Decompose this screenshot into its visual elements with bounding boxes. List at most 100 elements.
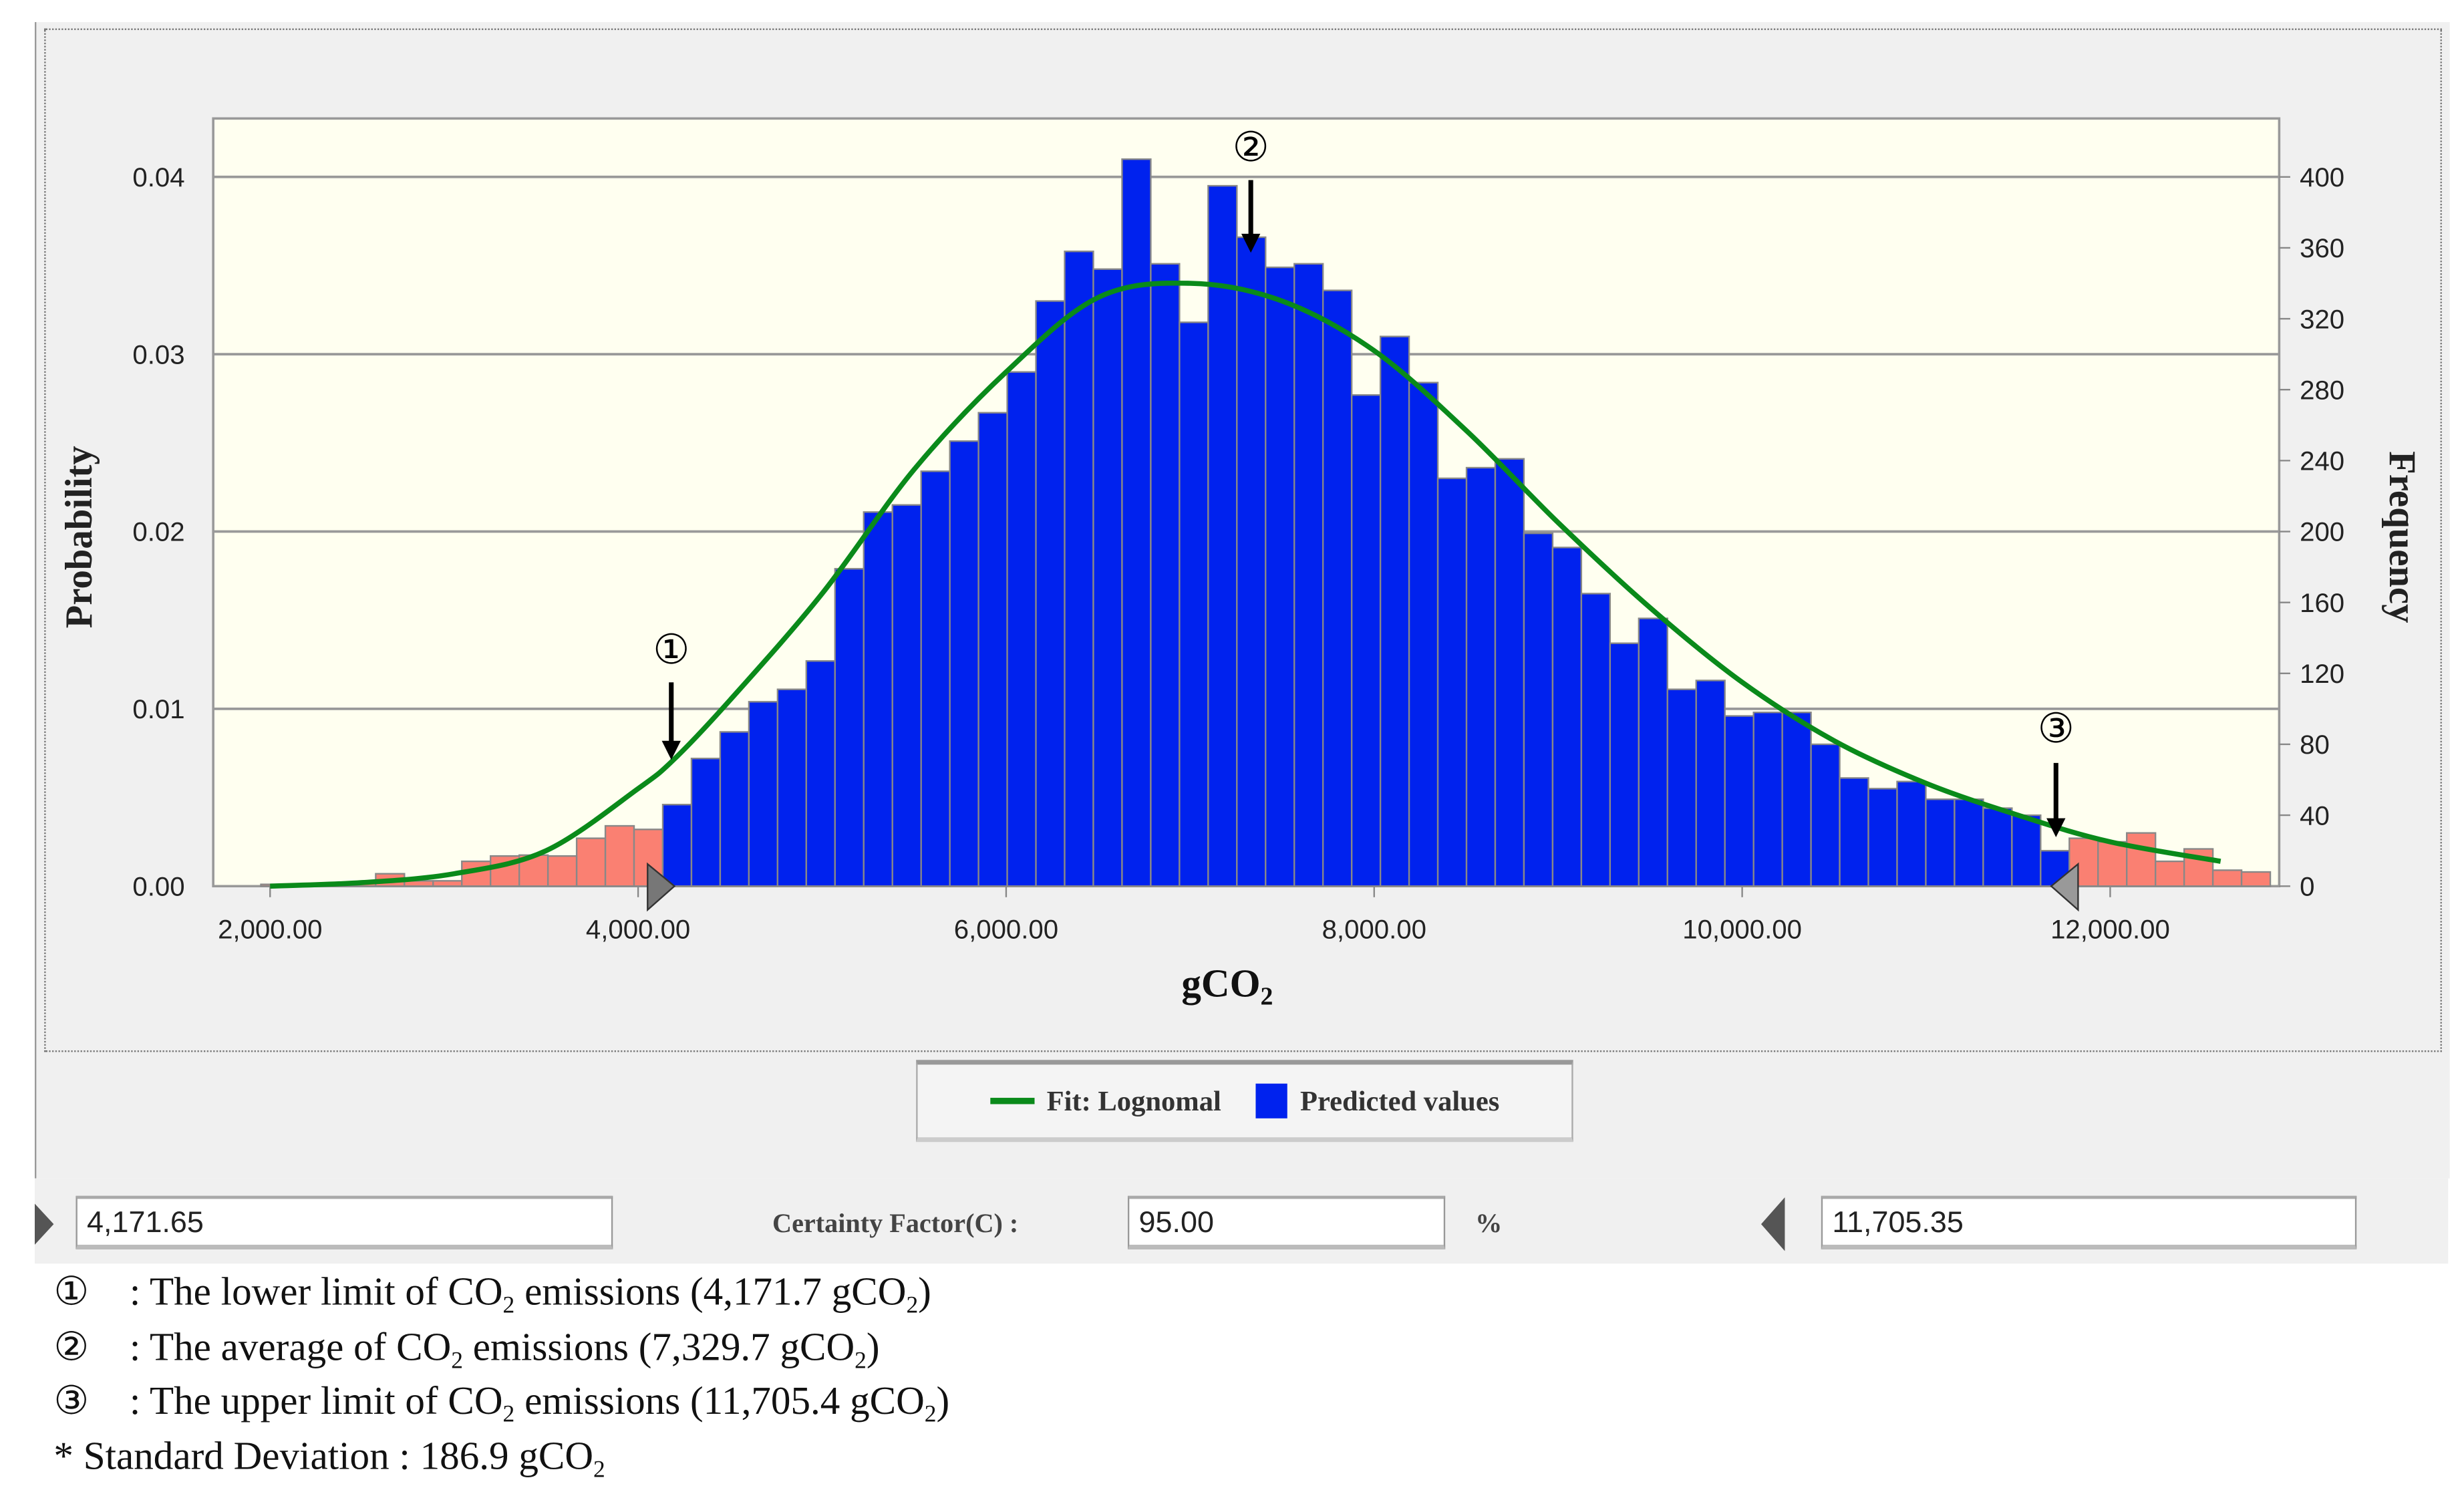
histogram-bar — [1436, 477, 1468, 887]
histogram-bar — [805, 660, 836, 887]
note-marker: ③ — [53, 1380, 90, 1424]
histogram-bar — [1035, 300, 1066, 887]
y-left-tick-label: 0.04 — [132, 162, 184, 192]
footnotes: ①: The lower limit of CO2 emissions (4,1… — [53, 1267, 949, 1485]
legend: Fit: Lognomal Predicted values — [916, 1060, 1573, 1143]
histogram-bar — [1350, 394, 1382, 887]
x-axis-title-subscript: 2 — [1261, 983, 1273, 1011]
upper-limit-grabber-icon[interactable] — [1760, 1197, 1785, 1251]
histogram-bar — [661, 804, 693, 887]
note-text: : The upper limit of CO — [129, 1380, 503, 1424]
legend-predicted-swatch — [1255, 1083, 1288, 1118]
histogram-bar — [2011, 814, 2042, 887]
histogram-bar — [2097, 841, 2128, 887]
histogram-bar — [1724, 715, 1754, 887]
y-left-tick-label: 0.00 — [132, 871, 184, 901]
histogram-bar — [1580, 593, 1611, 887]
histogram-bar — [1666, 688, 1697, 887]
histogram-bar — [547, 855, 578, 887]
subscript: 2 — [502, 1294, 515, 1320]
legend-fit-swatch — [989, 1098, 1034, 1104]
x-tick-label: 2,000.00 — [218, 914, 322, 944]
histogram-bar — [1925, 798, 1956, 887]
histogram-bar — [1752, 712, 1783, 887]
histogram-bar — [1551, 547, 1583, 887]
histogram-bar — [1236, 236, 1267, 887]
histogram-bar — [690, 758, 722, 887]
histogram-bar — [1609, 642, 1640, 887]
histogram-bar — [1064, 251, 1094, 887]
subscript: 2 — [502, 1402, 515, 1429]
histogram-bar — [1207, 184, 1238, 887]
histogram-bar — [1638, 617, 1668, 887]
histogram-bar — [575, 837, 607, 887]
histogram-bar — [1954, 798, 1984, 887]
histogram-bar — [1322, 289, 1353, 887]
histogram-bar — [1867, 788, 1898, 887]
y-right-tick-label: 320 — [2300, 304, 2344, 334]
note-text: * Standard Deviation : 186.9 gCO — [53, 1435, 594, 1478]
histogram-bar — [1494, 458, 1525, 887]
y-right-tick-label: 40 — [2300, 800, 2330, 831]
subscript: 2 — [593, 1457, 605, 1483]
y-right-tick-label: 120 — [2300, 659, 2344, 689]
note-text: : The average of CO — [129, 1326, 452, 1369]
histogram-bar — [748, 701, 779, 887]
x-axis-title: gCO2 — [1181, 961, 1273, 1011]
y-left-tick-label: 0.02 — [132, 517, 184, 547]
histogram-bar — [834, 568, 865, 887]
crystal-ball-forecast-window: 0.00 0.01 0.02 0.03 0.04 0 40 80 120 160 200 240 280… — [0, 0, 2464, 1496]
certainty-factor-label: Certainty Factor(C) : — [772, 1208, 1019, 1239]
y-right-tick-label: 240 — [2300, 446, 2344, 476]
histogram-bar — [1695, 680, 1726, 887]
note-text: ) — [866, 1326, 880, 1369]
note-text: emissions (4,171.7 gCO — [514, 1271, 907, 1314]
note-standard-deviation: * Standard Deviation : 186.9 gCO2 — [53, 1431, 949, 1485]
y-right-tick-label: 200 — [2300, 517, 2344, 547]
histogram-bar — [1121, 158, 1152, 887]
histogram-bar — [891, 504, 922, 887]
note-marker: ② — [53, 1326, 90, 1369]
legend-fit-label: Fit: Lognomal — [1046, 1084, 1221, 1116]
histogram-bar — [949, 440, 979, 887]
note-text: : The lower limit of CO — [129, 1271, 503, 1314]
annotation-marker: ② — [1233, 124, 1269, 171]
annotation-marker: ③ — [2038, 705, 2074, 752]
lower-limit-grabber-icon[interactable] — [35, 1203, 54, 1245]
y-right-tick-label: 360 — [2300, 233, 2344, 263]
histogram-bar — [1896, 780, 1927, 887]
note-text: ) — [918, 1271, 931, 1314]
x-tick-label: 8,000.00 — [1322, 914, 1426, 944]
histogram-bar — [1006, 371, 1037, 887]
note-text: ) — [936, 1380, 950, 1424]
histogram-bar — [1982, 807, 2013, 887]
histogram-chart: 0.00 0.01 0.02 0.03 0.04 0 40 80 120 160 200 240 280… — [58, 117, 2423, 1011]
percent-label: % — [1475, 1208, 1503, 1239]
x-tick-label: 6,000.00 — [954, 914, 1058, 944]
upper-limit-input[interactable]: 11,705.35 — [1821, 1195, 2357, 1250]
histogram-bar — [1379, 335, 1410, 887]
y-right-tick-label: 160 — [2300, 588, 2344, 618]
annotation-marker: ① — [653, 626, 689, 674]
subscript: 2 — [451, 1348, 464, 1374]
note-upper-limit: ③: The upper limit of CO2 emissions (11,… — [53, 1376, 949, 1431]
subscript: 2 — [906, 1294, 919, 1320]
note-text: emissions (11,705.4 gCO — [514, 1380, 925, 1424]
histogram-bar — [719, 731, 750, 887]
histogram-bar — [2126, 832, 2157, 887]
certainty-controls: 4,171.65 Certainty Factor(C) : 95.00 % 1… — [35, 1178, 2449, 1264]
y-left-axis-title: Probability — [58, 446, 100, 628]
histogram-bar — [2155, 860, 2185, 887]
y-right-tick-label: 400 — [2300, 162, 2344, 192]
x-tick-label: 10,000.00 — [1682, 914, 1802, 944]
histogram-bar — [1265, 266, 1295, 887]
lower-limit-input[interactable]: 4,171.65 — [75, 1195, 613, 1250]
histogram-bar — [1408, 382, 1439, 887]
subscript: 2 — [924, 1402, 937, 1429]
certainty-factor-input[interactable]: 95.00 — [1127, 1195, 1446, 1250]
histogram-bar — [1293, 263, 1324, 887]
histogram-bar — [604, 825, 635, 887]
histogram-bar — [1465, 466, 1497, 887]
subscript: 2 — [855, 1348, 867, 1374]
x-tick-label: 12,000.00 — [2050, 914, 2170, 944]
